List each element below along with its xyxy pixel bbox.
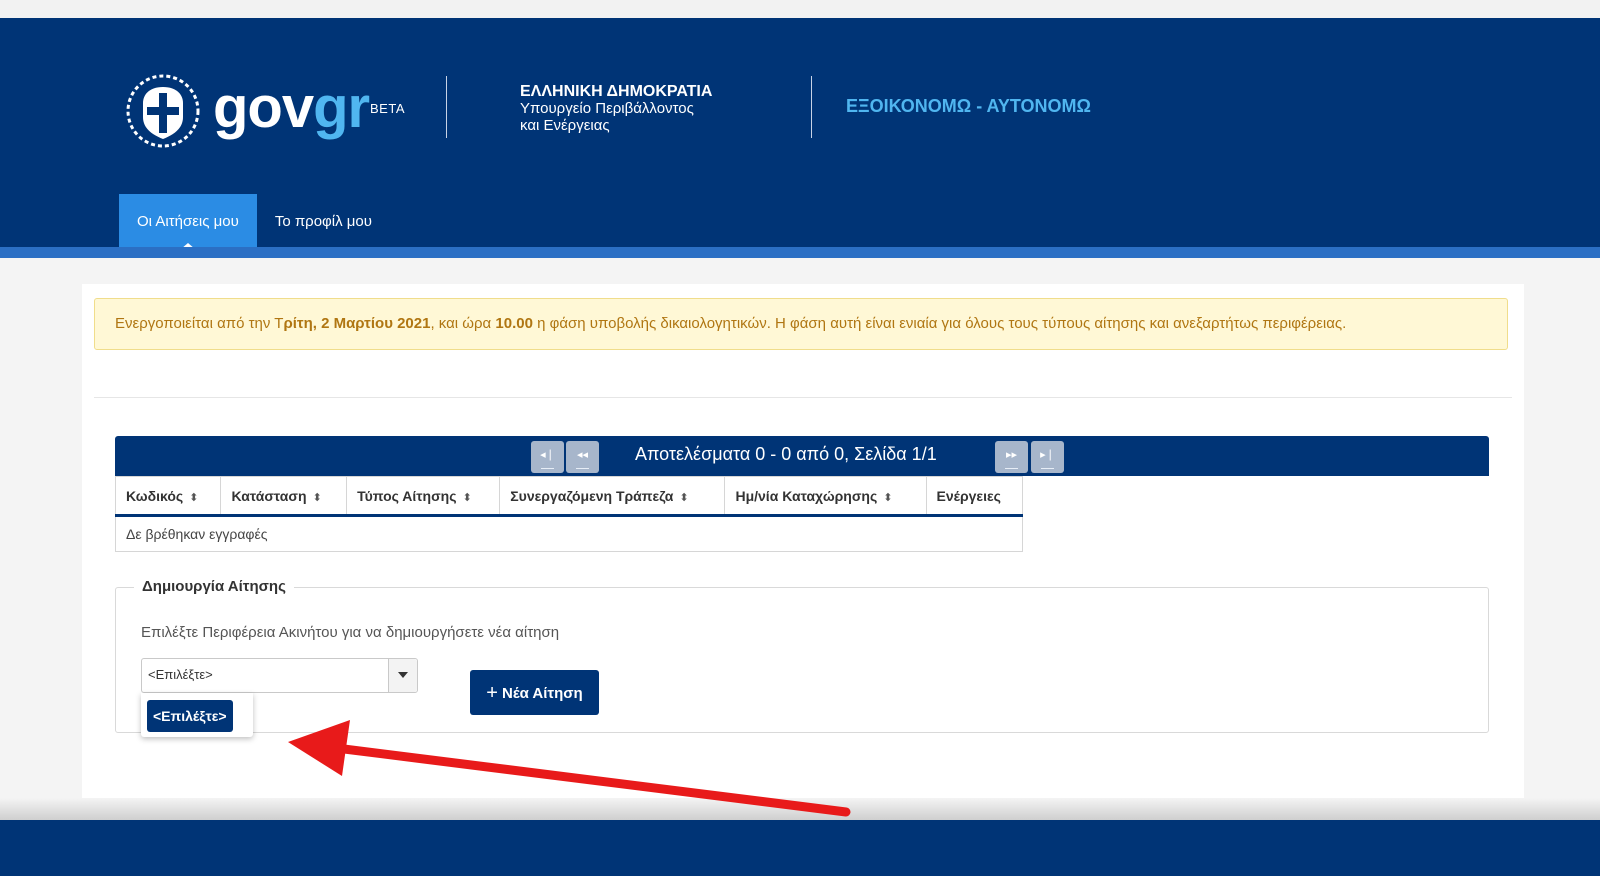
tab-my-applications[interactable]: Οι Αιτήσεις μου — [119, 194, 257, 249]
table-header-row: Κωδικός ⬍ Κατάσταση ⬍ Τύπος Αίτησης ⬍ Συνερ… — [115, 476, 1023, 517]
alert-text-end: η φάση υποβολής δικαιολογητικών. Η φάση … — [532, 315, 1347, 332]
info-alert: Ενεργοποιείται από την Τρίτη, 2 Μαρτίου … — [94, 298, 1508, 350]
column-partner-bank[interactable]: Συνεργαζόμενη Τράπεζα ⬍ — [499, 476, 726, 517]
new-application-label: Νέα Αίτηση — [501, 685, 583, 702]
browser-top-band — [0, 0, 1600, 18]
sort-icon: ⬍ — [312, 491, 322, 504]
fieldset-legend: Δημιουργία Αίτησης — [134, 578, 294, 595]
table-row: Δε βρέθηκαν εγγραφές — [116, 516, 1023, 552]
org-line-2: Υπουργείο Περιβάλλοντος — [520, 100, 694, 117]
sort-icon: ⬍ — [883, 491, 893, 504]
section-divider — [94, 397, 1512, 398]
alert-time: 10.00 — [495, 315, 533, 332]
column-code[interactable]: Κωδικός ⬍ — [115, 476, 222, 517]
results-summary: Αποτελέσματα 0 - 0 από 0, Σελίδα 1/1 — [635, 444, 937, 464]
column-actions: Ενέργειες — [926, 476, 1023, 517]
column-status[interactable]: Κατάσταση ⬍ — [220, 476, 348, 517]
org-line-3: και Ενέργειας — [520, 117, 610, 134]
main-content: Ενεργοποιείται από την Τρίτη, 2 Μαρτίου … — [82, 284, 1524, 798]
first-page-icon: ◂❘ — [540, 449, 555, 461]
greek-emblem-icon — [126, 74, 200, 148]
pagination-bar: ◂❘ ◂◂ Αποτελέσματα 0 - 0 από 0, Σελίδα 1… — [115, 436, 1489, 476]
column-application-type[interactable]: Τύπος Αίτησης ⬍ — [346, 476, 501, 517]
region-select-value: <Επιλέξτε> — [148, 667, 213, 682]
logo-gr-text: gr — [313, 75, 370, 140]
new-application-button[interactable]: + Νέα Αίτηση — [470, 670, 599, 715]
sort-icon: ⬍ — [462, 491, 472, 504]
prev-page-button[interactable]: ◂◂ — [566, 441, 599, 473]
dropdown-option[interactable]: <Επιλέξτε> — [147, 700, 233, 732]
tab-my-profile[interactable]: Το προφίλ μου — [257, 194, 390, 249]
app-title: ΕΞΟΙΚΟΝΟΜΩ - ΑΥΤΟΝΟΜΩ — [846, 96, 1091, 116]
beta-badge: BETA — [370, 101, 405, 116]
ministry-name: ΕΛΛΗΝΙΚΗ ΔΗΜΟΚΡΑΤΙΑ Υπουργείο Περιβάλλον… — [520, 83, 712, 134]
plus-icon: + — [486, 682, 498, 704]
alert-text-start: Ενεργοποιείται από την Τ — [115, 315, 284, 332]
empty-message: Δε βρέθηκαν εγγραφές — [126, 526, 268, 542]
applications-table: Κωδικός ⬍ Κατάσταση ⬍ Τύπος Αίτησης ⬍ Συνερ… — [115, 476, 1023, 552]
sort-icon: ⬍ — [189, 491, 199, 504]
chevron-down-icon[interactable] — [388, 659, 417, 692]
last-page-button[interactable]: ▸❘ — [1031, 441, 1064, 473]
main-tabs: Οι Αιτήσεις μου Το προφίλ μου — [119, 194, 390, 249]
region-select[interactable]: <Επιλέξτε> — [141, 658, 418, 693]
footer-shadow — [0, 798, 1600, 820]
next-page-icon: ▸▸ — [1005, 449, 1018, 461]
govgr-logo[interactable]: govgr — [213, 58, 370, 158]
header-separator — [811, 76, 812, 138]
column-registration-date[interactable]: Ημ/νία Καταχώρησης ⬍ — [724, 476, 927, 517]
site-footer — [0, 820, 1600, 876]
create-application-fieldset: Δημιουργία Αίτησης Επιλέξτε Περιφέρεια Α… — [115, 578, 1489, 737]
last-page-icon: ▸❘ — [1040, 449, 1055, 461]
next-page-button[interactable]: ▸▸ — [995, 441, 1028, 473]
alert-date: ρίτη, 2 Μαρτίου 2021 — [283, 315, 431, 332]
first-page-button[interactable]: ◂❘ — [531, 441, 564, 473]
alert-text-mid: , και ώρα — [430, 315, 496, 332]
logo-gov-text: gov — [213, 75, 314, 140]
region-dropdown: <Επιλέξτε> — [141, 693, 253, 737]
header-accent-line — [0, 247, 1600, 258]
header-separator — [446, 76, 447, 138]
region-hint: Επιλέξτε Περιφέρεια Ακινήτου για να δημι… — [141, 624, 560, 641]
org-line-1: ΕΛΛΗΝΙΚΗ ΔΗΜΟΚΡΑΤΙΑ — [520, 83, 713, 100]
prev-page-icon: ◂◂ — [576, 449, 589, 461]
sort-icon: ⬍ — [679, 491, 689, 504]
